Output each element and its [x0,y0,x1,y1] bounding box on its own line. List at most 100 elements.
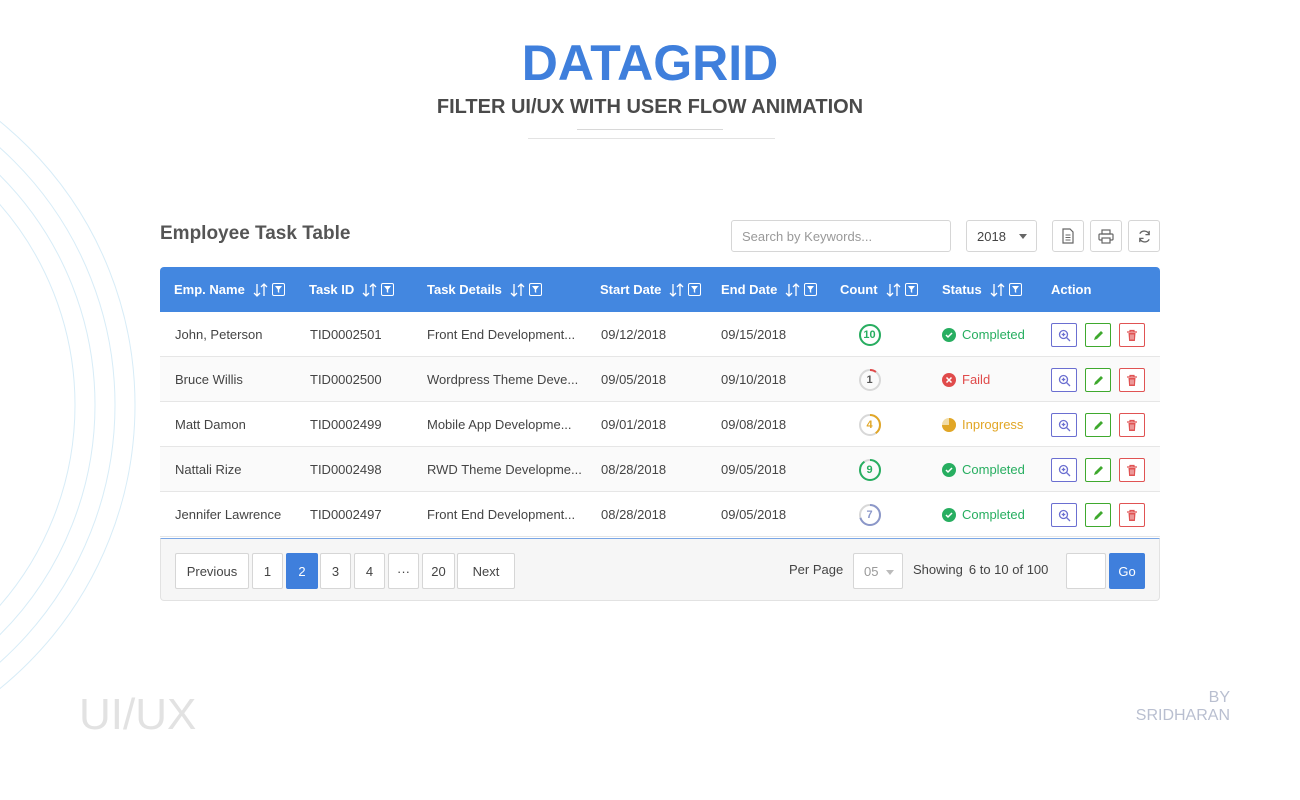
table-row[interactable]: Jennifer Lawrence TID0002497 Front End Dev… [160,492,1160,537]
filter-icon[interactable] [804,283,818,296]
column-header-emp-name[interactable]: Emp. Name [174,267,285,312]
column-header-count[interactable]: Count [840,267,918,312]
status-label: Faild [962,372,991,387]
status-label: Completed [962,462,1025,477]
filter-icon[interactable] [1008,283,1022,296]
task-details-cell: Front End Development... [427,327,576,342]
go-button[interactable]: Go [1109,553,1145,589]
trash-icon [1126,509,1138,522]
count-badge: 4 [858,413,881,436]
edit-button[interactable] [1085,368,1111,392]
refresh-icon [1138,229,1150,243]
column-header-task-details[interactable]: Task Details [427,267,542,312]
delete-button[interactable] [1119,368,1145,392]
sort-icon[interactable] [669,282,684,297]
start-date-cell: 09/12/2018 [601,327,667,342]
filter-icon[interactable] [271,283,285,296]
year-select[interactable]: 2018 [966,220,1037,252]
status-badge: Completed [942,312,1025,357]
status-label: Completed [962,327,1025,342]
next-page-button[interactable]: Next [457,553,515,589]
previous-page-button[interactable]: Previous [175,553,249,589]
table-row[interactable]: Nattali Rize TID0002498 RWD Theme Developm… [160,447,1160,492]
print-button[interactable] [1090,220,1122,252]
trash-icon [1126,329,1138,342]
check-circle-icon [942,327,956,342]
per-page-value: 05 [864,563,879,579]
delete-button[interactable] [1119,458,1145,482]
column-header-task-id[interactable]: Task ID [309,267,395,312]
export-document-button[interactable] [1052,220,1084,252]
table-row[interactable]: Bruce Willis TID0002500 Wordpress Theme De… [160,357,1160,402]
employee-name-cell: Jennifer Lawrence [175,507,282,522]
count-value: 10 [863,328,876,341]
delete-button[interactable] [1119,323,1145,347]
edit-button[interactable] [1085,413,1111,437]
column-header-start-date[interactable]: Start Date [600,267,702,312]
sort-icon[interactable] [253,282,268,297]
edit-button[interactable] [1085,458,1111,482]
sort-icon[interactable] [990,282,1005,297]
page-button-1[interactable]: 1 [252,553,283,589]
document-icon [1062,228,1074,244]
page-button-2[interactable]: 2 [286,553,318,589]
view-button[interactable] [1051,413,1077,437]
start-date-cell: 08/28/2018 [601,507,667,522]
filter-icon[interactable] [528,283,542,296]
sort-icon[interactable] [510,282,525,297]
column-header-label: Start Date [600,282,662,297]
table-row[interactable]: John, Peterson TID0002501 Front End Develo… [160,312,1160,357]
view-button[interactable] [1051,368,1077,392]
column-header-label: Action [1051,282,1092,297]
status-badge: Inprogress [942,402,1023,447]
edit-button[interactable] [1085,503,1111,527]
count-badge: 7 [858,503,881,526]
search-input[interactable] [731,220,951,252]
sort-icon[interactable] [886,282,901,297]
count-cell: 4 [858,402,881,447]
per-page-select[interactable]: 05 [853,553,903,589]
page-button-20[interactable]: 20 [422,553,455,589]
status-label: Inprogress [962,417,1024,432]
column-header-status[interactable]: Status [942,267,1022,312]
page-button-3[interactable]: 3 [320,553,351,589]
zoom-in-icon [1058,374,1071,387]
delete-button[interactable] [1119,413,1145,437]
filter-icon[interactable] [904,283,918,296]
trash-icon [1126,374,1138,387]
edit-button[interactable] [1085,323,1111,347]
filter-icon[interactable] [381,283,395,296]
view-button[interactable] [1051,458,1077,482]
delete-button[interactable] [1119,503,1145,527]
sort-icon[interactable] [785,282,800,297]
employee-name-cell: Matt Damon [175,417,246,432]
employee-name-cell: Nattali Rize [175,462,242,477]
page-button-4[interactable]: 4 [354,553,385,589]
showing-value: 6 to 10 of 100 [968,562,1049,577]
chevron-down-icon [1019,234,1027,239]
task-id-cell: TID0002498 [310,462,382,477]
table-row[interactable]: Matt Damon TID0002499 Mobile App Developme… [160,402,1160,447]
view-button[interactable] [1051,503,1077,527]
sort-icon[interactable] [362,282,377,297]
count-cell: 10 [858,312,881,357]
zoom-in-icon [1058,464,1071,477]
zoom-in-icon [1058,509,1071,522]
count-badge: 1 [858,368,881,391]
pencil-icon [1092,329,1105,342]
page-title: DATAGRID [521,35,779,91]
author-credit: BY SRIDHARAN [1136,689,1230,725]
zoom-in-icon [1058,329,1071,342]
column-header-label: Status [942,282,982,297]
print-icon [1098,228,1114,244]
count-value: 4 [866,418,873,431]
refresh-button[interactable] [1128,220,1160,252]
page-number-input[interactable] [1066,553,1106,589]
task-table: Emp. Name Task ID Task Details Start Date En… [160,267,1160,537]
filter-icon[interactable] [688,283,702,296]
end-date-cell: 09/10/2018 [721,372,787,387]
column-header-end-date[interactable]: End Date [721,267,818,312]
author-name: SRIDHARAN [1135,707,1230,724]
table-header: Emp. Name Task ID Task Details Start Date En… [160,267,1160,312]
view-button[interactable] [1051,323,1077,347]
